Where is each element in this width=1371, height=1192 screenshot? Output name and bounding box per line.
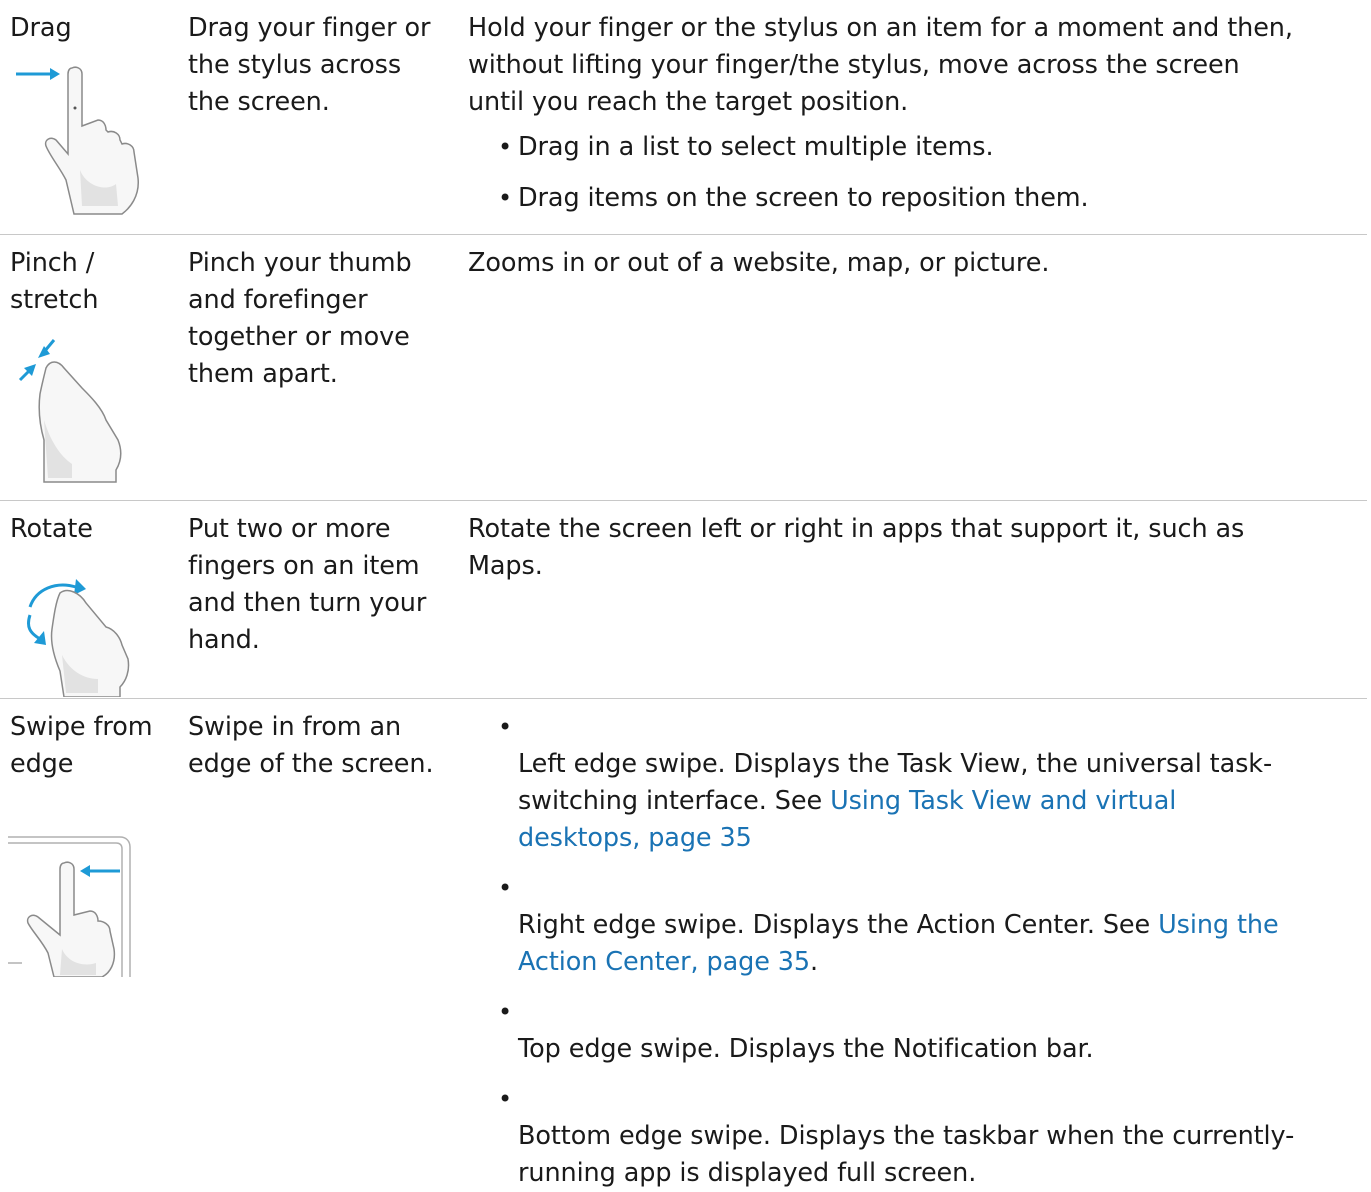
bullet-list: Left edge swipe. Displays the Task View,… [468,699,1358,1192]
gesture-name: Pinch / stretch [10,248,99,315]
list-item: Drag items on the screen to reposition t… [468,180,1358,217]
description-text: Rotate the screen left or right in apps … [468,514,1245,581]
gesture-cell: Drag [10,0,178,215]
description-text: Zooms in or out of a website, map, or pi… [468,248,1050,278]
table-row-pinch-stretch: Pinch / stretch Pinch your thumb and for… [0,235,1367,501]
action-text: Put two or more fingers on an item and t… [188,514,427,655]
list-item: Drag in a list to select multiple items. [468,129,1358,166]
gesture-name: Rotate [10,514,93,544]
list-item: Right edge swipe. Displays the Action Ce… [468,870,1358,981]
list-item: Bottom edge swipe. Displays the taskbar … [468,1081,1358,1192]
action-text: Pinch your thumb and forefinger together… [188,248,412,389]
gesture-cell: Swipe from edge [8,699,178,977]
gesture-cell: Rotate [10,501,178,697]
action-cell: Put two or more fingers on an item and t… [188,501,460,659]
list-item: Left edge swipe. Displays the Task View,… [468,709,1358,857]
action-cell: Swipe in from an edge of the screen. [188,699,460,783]
description-cell: Hold your finger or the stylus on an ite… [468,0,1358,217]
table-row-rotate: Rotate Put two or more fingers on an ite… [0,501,1367,699]
bullet-text-after: . [810,947,819,977]
bullet-text: Top edge swipe. Displays the Notificatio… [518,1034,1094,1064]
gesture-name: Drag [10,13,72,43]
action-cell: Drag your finger or the stylus across th… [188,0,460,121]
pinch-stretch-gesture-icon [10,330,150,490]
bullet-list: Drag in a list to select multiple items.… [468,129,1358,217]
action-text: Drag your finger or the stylus across th… [188,13,431,117]
description-cell: Rotate the screen left or right in apps … [468,501,1358,585]
gesture-cell: Pinch / stretch [10,235,178,483]
table-row-swipe-from-edge: Swipe from edge Swipe in from an edge of… [0,699,1367,1188]
gesture-name: Swipe from edge [10,712,153,779]
drag-gesture-icon [10,60,150,220]
swipe-from-edge-gesture-icon [2,829,142,977]
list-item: Top edge swipe. Displays the Notificatio… [468,994,1358,1068]
action-text: Swipe in from an edge of the screen. [188,712,434,779]
description-cell: Left edge swipe. Displays the Task View,… [468,699,1358,1192]
action-cell: Pinch your thumb and forefinger together… [188,235,460,393]
bullet-text: Right edge swipe. Displays the Action Ce… [518,910,1159,940]
description-text: Hold your finger or the stylus on an ite… [468,13,1293,117]
bullet-text: Bottom edge swipe. Displays the taskbar … [518,1121,1295,1188]
table-row-drag: Drag Drag your finger or the stylus acro… [0,0,1367,235]
rotate-gesture-icon [10,567,150,697]
description-cell: Zooms in or out of a website, map, or pi… [468,235,1358,282]
